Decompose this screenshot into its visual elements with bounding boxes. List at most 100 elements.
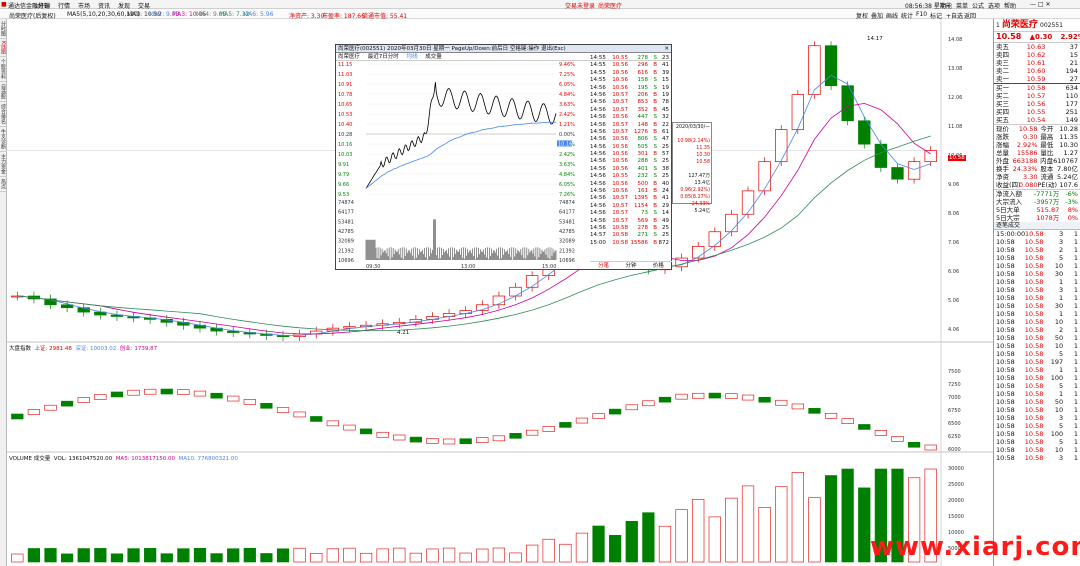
axis-label: 14.08 [948, 37, 963, 43]
tick-cell: 29 [662, 202, 669, 209]
tick-cell: 1276 [634, 128, 648, 135]
trade-row-cell: 10:58 [996, 334, 1015, 342]
popup-vol-axis-label: 64177 [338, 210, 354, 216]
trade-row-cell: 10:58 [996, 446, 1015, 454]
index-candle [891, 436, 904, 442]
trade-row-cell: 10:58 [996, 438, 1015, 446]
quote-price-row: 10.58 ▲0.30 2.92% [994, 32, 1080, 42]
popup-tab-avg[interactable]: 均线 [407, 54, 418, 60]
index-candle [442, 438, 456, 445]
trade-row: 10:58 10.58 5 1 [994, 422, 1080, 430]
tick-cell: 10.56 [612, 158, 628, 165]
trade-row-cell: 10 [1054, 406, 1064, 414]
volume-bar [625, 521, 638, 563]
intraday-chart[interactable]: 11.15 9.46% 11.03 7.25% 10.91 6.05% 10.78 4.84%… [336, 62, 590, 269]
tick-cell: 14:56 [590, 106, 606, 113]
ask-row: 卖四 10.62 15 [994, 51, 1080, 59]
volume-ma10: MA10: 776800321.00 [178, 456, 238, 462]
popup-tab-stock[interactable]: 尚荣医疗 [338, 54, 360, 60]
trade-row: 10:58 10.58 10 1 [994, 406, 1080, 414]
nav-watchlist[interactable]: 自选股 [0, 82, 7, 103]
tick-list[interactable]: 14:55 10.55 278 S 23 14:55 10.56 296 B 41 14:55 10.… [590, 55, 672, 247]
trade-section-title[interactable]: 逐笔成交 [994, 222, 1080, 230]
trade-row-cell: 1 [1073, 278, 1078, 286]
popup-tab-volume[interactable]: 成交量 [425, 54, 442, 60]
volume-bar [276, 548, 290, 563]
flow-row-cell: 1078万 [1036, 214, 1060, 222]
index-candle [94, 394, 107, 400]
btn-f10[interactable]: F10 [916, 11, 927, 18]
index-candle [177, 389, 190, 395]
candle-body [791, 94, 805, 130]
trade-row-cell: 1 [1073, 310, 1078, 318]
volume-bar [459, 552, 472, 563]
tick-cell: 14:56 [590, 188, 606, 195]
tick-cell: 22 [662, 121, 669, 128]
ma6-value: MA6: 5.96 [243, 11, 274, 18]
candle-body [692, 246, 705, 259]
trade-row-cell: 10:58 [996, 318, 1015, 326]
bid-row: 买五 10.54 149 [994, 116, 1080, 124]
popup-foot-tab-fenzhong[interactable]: 分钟 [625, 262, 636, 269]
intraday-popup[interactable]: 尚荣医疗(002551) 2020年03月30日 星期一 PageUp/Down… [335, 44, 672, 270]
nav-timeshare[interactable]: 分时图 [0, 19, 7, 39]
popup-pct-axis-label: 4.84% [559, 172, 575, 178]
trade-row-cell: 1 [1059, 278, 1064, 286]
bid-row-cell: 买二 [996, 92, 1009, 100]
trade-row: 10:58 10.58 10 1 [994, 446, 1080, 454]
axis-label: 6.06 [948, 269, 960, 275]
trade-row-cell: 10:58 [996, 422, 1015, 430]
tick-cell: B [653, 106, 657, 113]
tick-cell: 49 [662, 217, 669, 224]
stat-row-cell: 量比 [1040, 149, 1054, 157]
trade-row-cell: 1 [1073, 254, 1078, 262]
tick-row: 14:56 10.56 161 B 24 [590, 188, 672, 195]
index-candle [658, 396, 672, 403]
period-1min[interactable]: 1分钟 [34, 1, 50, 10]
ask-row-cell: 194 [1065, 67, 1079, 75]
trade-row-cell: 10.58 [1024, 286, 1044, 294]
candle-body [874, 143, 888, 168]
tick-cell: 10.56 [612, 165, 628, 172]
nav-profile[interactable]: 个股资料 [0, 57, 7, 83]
flow-row-cell: -6% [1065, 190, 1078, 198]
index-candle [476, 437, 489, 443]
popup-tab-7days[interactable]: 最近7日分时 [368, 54, 399, 60]
trade-row-cell: 10.58 [1024, 254, 1044, 262]
popup-title-bar[interactable]: 尚荣医疗(002551) 2020年03月30日 星期一 PageUp/Down… [336, 45, 671, 53]
index-candle [127, 389, 140, 396]
axis-label: 20000 [948, 498, 964, 504]
popup-foot-tab-jiage[interactable]: 价格 [653, 262, 664, 269]
trade-row: 10:58 10.58 3 1 [994, 454, 1080, 462]
tick-cell: S [653, 84, 658, 91]
stat-row-cell: 内盘 [1040, 157, 1054, 165]
flow-row-cell: -7771万 [1033, 190, 1060, 198]
axis-label: 13.08 [948, 66, 963, 72]
nav-diagnosis[interactable]: 牛叉诊断 [0, 127, 7, 153]
tick-row: 14:56 10.56 195 S 19 [590, 85, 672, 92]
info-box-line: 10.58 [696, 160, 710, 165]
trade-row-cell: 5 [1059, 350, 1064, 358]
tick-row: 14:56 10.56 806 S 47 [590, 136, 672, 143]
volume-bar [393, 547, 406, 563]
trade-row-cell: 1 [1059, 294, 1064, 302]
tick-row: 14:56 10.57 148 B 22 [590, 122, 672, 129]
tick-cell: 40 [662, 180, 669, 187]
tick-cell: 25 [662, 224, 669, 231]
close-icon[interactable]: ✕ [664, 45, 669, 53]
nav-capital[interactable]: 主力资金 [0, 152, 7, 178]
nav-hot[interactable]: 热点 [0, 177, 7, 193]
index-candle [808, 408, 821, 414]
tick-cell: B [653, 195, 657, 202]
nav-kline[interactable]: K线图 [0, 39, 7, 58]
trade-list[interactable]: 15:00:00 10.58 3 1 10:58 10.58 3 1 10:58 10.58 2 1 1… [994, 230, 1080, 462]
popup-time-label: 13:00 [461, 264, 475, 269]
trade-row: 10:58 10.58 5 1 [994, 438, 1080, 446]
ask-row-cell: 10.62 [1026, 51, 1046, 59]
trade-row-cell: 1 [1059, 310, 1064, 318]
stat-row-cell: 今开 [1040, 125, 1054, 133]
window-controls[interactable]: — □ ✕ [1030, 1, 1051, 8]
volume-bar [824, 475, 838, 563]
nav-ranking[interactable]: 综合排名 [0, 102, 7, 128]
popup-foot-tab-fenbi[interactable]: 分笔 [598, 262, 609, 269]
